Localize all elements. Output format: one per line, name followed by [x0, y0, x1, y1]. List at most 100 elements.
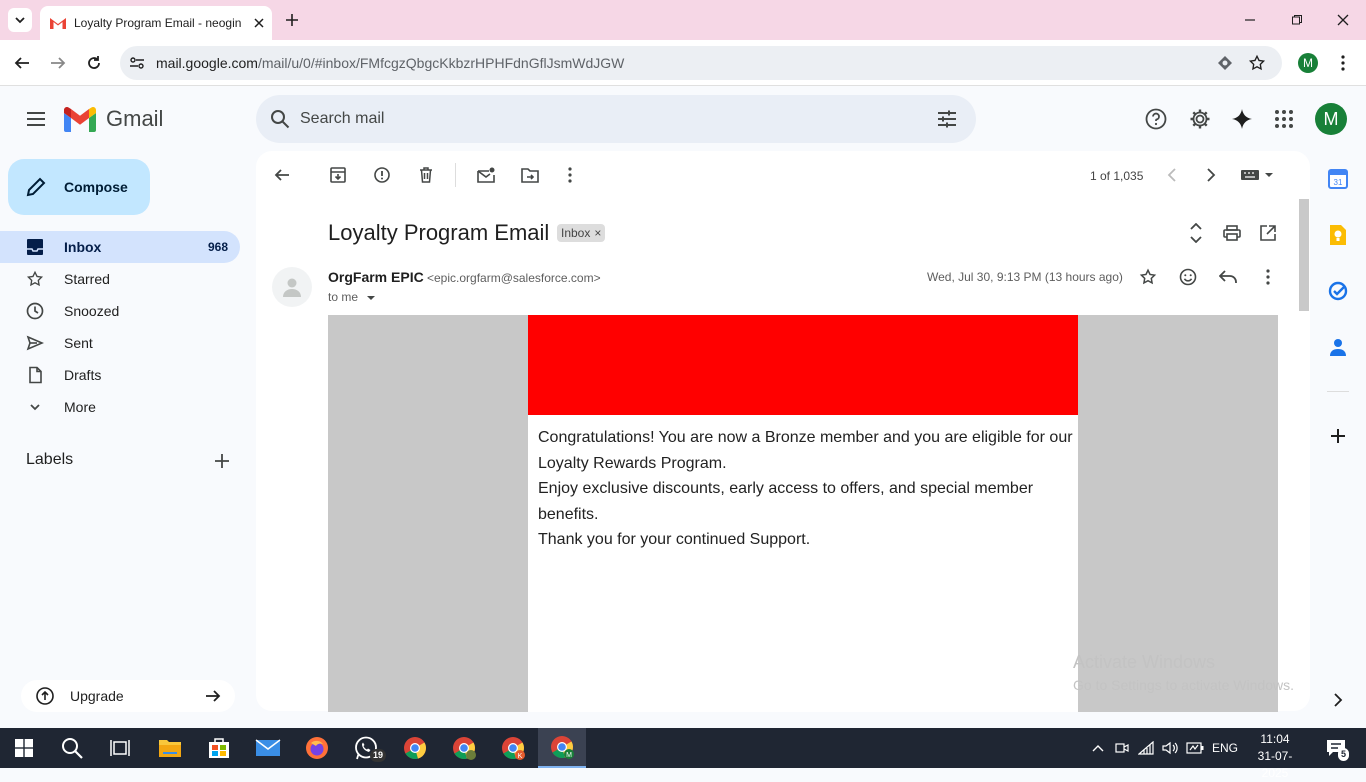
chrome-menu-button[interactable]: [1336, 53, 1350, 73]
store-button[interactable]: [195, 728, 243, 768]
clock-icon: [26, 302, 44, 320]
search-bar[interactable]: Search mail: [256, 95, 976, 143]
bookmark-star-icon[interactable]: [1248, 54, 1266, 72]
chrome-profile-k-button[interactable]: K: [489, 728, 537, 768]
remove-label-icon[interactable]: ×: [594, 226, 601, 240]
reload-button[interactable]: [84, 53, 104, 73]
search-options-icon[interactable]: [937, 109, 957, 129]
calendar-icon: 31: [1328, 169, 1348, 189]
scrollbar-thumb[interactable]: [1299, 199, 1309, 311]
sidebar-item-starred[interactable]: Starred: [0, 263, 240, 295]
expand-all-button[interactable]: [1186, 222, 1206, 244]
gemini-button[interactable]: [1230, 107, 1254, 131]
input-tools-button[interactable]: [1238, 165, 1276, 185]
whatsapp-button[interactable]: 19: [342, 728, 390, 768]
reply-icon: [1219, 270, 1237, 283]
create-label-button[interactable]: [212, 451, 232, 471]
upgrade-button[interactable]: Upgrade: [21, 680, 235, 712]
arrow-right-icon: [205, 688, 221, 704]
move-folder-icon: [521, 168, 539, 183]
sender-avatar[interactable]: [272, 267, 312, 307]
account-avatar[interactable]: M: [1315, 103, 1347, 135]
mail-app-button[interactable]: [244, 728, 292, 768]
sender-name[interactable]: OrgFarm EPIC: [328, 269, 424, 285]
svg-text:K: K: [518, 753, 523, 760]
firefox-button[interactable]: [293, 728, 341, 768]
show-details-icon[interactable]: [366, 295, 376, 301]
browser-tab[interactable]: Loyalty Program Email - neogin: [40, 6, 272, 40]
notification-center-button[interactable]: 5: [1316, 728, 1356, 768]
back-to-inbox-button[interactable]: [272, 165, 292, 185]
reply-button[interactable]: [1218, 267, 1238, 287]
language-indicator[interactable]: ENG: [1212, 741, 1238, 755]
search-icon[interactable]: [270, 109, 290, 129]
move-to-button[interactable]: [520, 165, 540, 185]
keep-app-button[interactable]: [1326, 223, 1350, 247]
battery-button[interactable]: [1182, 728, 1208, 768]
sidebar-item-inbox[interactable]: Inbox 968: [0, 231, 240, 263]
network-button[interactable]: [1134, 728, 1158, 768]
volume-button[interactable]: [1158, 728, 1182, 768]
new-tab-button[interactable]: [282, 10, 302, 30]
more-actions-button[interactable]: [560, 165, 580, 185]
apps-button[interactable]: [1272, 107, 1296, 131]
recipient-summary[interactable]: to me: [328, 290, 376, 304]
older-button[interactable]: [1201, 165, 1221, 185]
gmail-logo[interactable]: Gmail: [64, 106, 163, 132]
email-card: Congratulations! You are now a Bronze me…: [528, 315, 1078, 712]
forward-button[interactable]: [48, 53, 68, 73]
chrome-button[interactable]: [391, 728, 439, 768]
address-bar[interactable]: mail.google.com/mail/u/0/#inbox/FMfcgzQb…: [120, 46, 1282, 80]
contacts-app-button[interactable]: [1326, 335, 1350, 359]
show-hidden-icons-button[interactable]: [1086, 728, 1110, 768]
print-button[interactable]: [1222, 223, 1242, 243]
whatsapp-badge: 19: [370, 749, 387, 762]
tasks-app-button[interactable]: [1326, 279, 1350, 303]
tab-search-button[interactable]: [8, 8, 32, 32]
minimize-button[interactable]: [1240, 10, 1260, 30]
chrome-profile-m-icon: M: [551, 736, 574, 759]
restore-button[interactable]: [1287, 10, 1307, 30]
add-reaction-button[interactable]: [1178, 267, 1198, 287]
start-button[interactable]: [0, 728, 48, 768]
open-in-new-window-button[interactable]: [1258, 223, 1278, 243]
sidebar-item-drafts[interactable]: Drafts: [0, 359, 240, 391]
site-info-icon[interactable]: [129, 55, 145, 71]
chrome-active-window-button[interactable]: M: [538, 728, 586, 768]
meet-now-button[interactable]: [1110, 728, 1134, 768]
mark-unread-button[interactable]: [476, 165, 496, 185]
delete-button[interactable]: [416, 165, 436, 185]
newer-button[interactable]: [1162, 165, 1182, 185]
profile-avatar[interactable]: M: [1298, 53, 1318, 73]
sidebar-item-snoozed[interactable]: Snoozed: [0, 295, 240, 327]
archive-button[interactable]: [328, 165, 348, 185]
settings-button[interactable]: [1188, 107, 1212, 131]
email-banner: [528, 315, 1078, 415]
close-window-button[interactable]: [1333, 10, 1353, 30]
file-explorer-button[interactable]: [146, 728, 194, 768]
more-message-options-button[interactable]: [1258, 267, 1278, 287]
eye-off-icon[interactable]: [1216, 54, 1234, 72]
calendar-app-button[interactable]: 31: [1326, 167, 1350, 191]
sidebar-item-label: Drafts: [64, 367, 102, 383]
clock[interactable]: 11:04 31-07-2025: [1245, 731, 1305, 782]
chevron-right-icon: [1207, 168, 1216, 182]
close-tab-icon[interactable]: [254, 18, 264, 28]
svg-text:M: M: [566, 752, 572, 759]
inbox-label-chip[interactable]: Inbox ×: [557, 224, 606, 242]
activation-watermark-title: Activate Windows: [1073, 652, 1216, 672]
show-side-panel-button[interactable]: [1328, 690, 1348, 710]
back-button[interactable]: [12, 53, 32, 73]
chrome-profile-button[interactable]: [440, 728, 488, 768]
compose-button[interactable]: Compose: [8, 159, 150, 215]
main-menu-button[interactable]: [24, 107, 48, 131]
get-addons-button[interactable]: [1326, 424, 1350, 448]
sidebar-item-sent[interactable]: Sent: [0, 327, 240, 359]
report-spam-button[interactable]: [372, 165, 392, 185]
star-button[interactable]: [1138, 267, 1158, 287]
taskbar-search-button[interactable]: [48, 728, 96, 768]
message-line-2: Enjoy exclusive discounts, early access …: [538, 480, 1034, 523]
support-button[interactable]: [1144, 107, 1168, 131]
task-view-button[interactable]: [96, 728, 144, 768]
sidebar-item-more[interactable]: More: [0, 391, 240, 423]
